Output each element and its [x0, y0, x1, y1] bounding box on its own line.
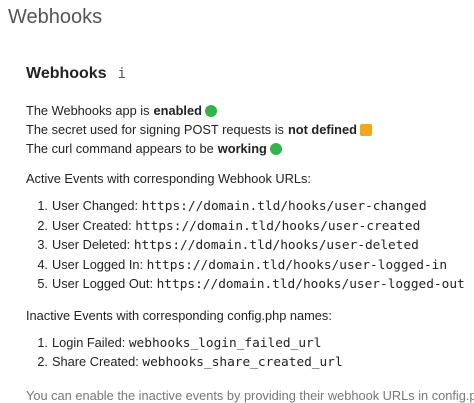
inactive-events-heading: Inactive Events with corresponding confi… [26, 307, 332, 323]
page-title: Webhooks [8, 6, 103, 28]
event-label: User Created: [52, 217, 132, 233]
event-url: https://domain.tld/hooks/user-logged-out [156, 277, 465, 292]
warning-status-icon [359, 123, 372, 136]
green-status-icon [269, 142, 282, 155]
inactive-event-item: 2. Share Created: webhooks_share_created_… [26, 352, 466, 372]
event-label: User Logged In: [52, 256, 144, 272]
status-text: The Webhooks app is [26, 103, 150, 118]
event-label: Share Created: [52, 354, 139, 369]
item-number: 4. [37, 256, 48, 272]
section-header: Webhooks i [26, 62, 466, 86]
event-label: User Logged Out: [52, 276, 154, 291]
status-text: The secret used for signing POST request… [26, 122, 284, 137]
event-url: https://domain.tld/hooks/user-changed [141, 199, 427, 214]
status-text: The curl command appears to be [26, 141, 214, 156]
inactive-events-list: 1. Login Failed: webhooks_login_failed_ur… [26, 333, 466, 372]
active-events-list: 1. User Changed: https://domain.tld/hooks… [26, 196, 466, 294]
status-value: enabled [153, 103, 202, 118]
item-number: 2. [37, 217, 48, 233]
item-number: 2. [37, 354, 48, 369]
status-value: working [217, 141, 267, 156]
event-label: Login Failed: [52, 334, 126, 350]
event-label: User Deleted: [52, 237, 131, 252]
event-url: https://domain.tld/hooks/user-created [135, 218, 421, 234]
status-app-enabled: The Webhooks app is enabled [26, 101, 466, 120]
config-name: webhooks_login_failed_url [128, 335, 322, 351]
event-url: https://domain.tld/hooks/user-deleted [133, 238, 419, 253]
active-event-item: 2. User Created: https://domain.tld/hooks… [26, 216, 466, 236]
event-url: https://domain.tld/hooks/user-logged-in [146, 257, 448, 273]
event-label: User Changed: [52, 198, 139, 213]
status-value: not defined [287, 122, 357, 137]
inactive-event-item: 1. Login Failed: webhooks_login_failed_ur… [26, 333, 466, 353]
active-event-item: 4. User Logged In: https://domain.tld/hoo… [26, 255, 466, 275]
item-number: 3. [37, 237, 48, 252]
info-icon[interactable]: i [118, 66, 126, 82]
green-status-icon [204, 104, 217, 117]
item-number: 5. [37, 276, 48, 291]
section-title: Webhooks [26, 65, 107, 82]
config-name: webhooks_share_created_url [142, 355, 343, 370]
status-curl: The curl command appears to be working [26, 139, 466, 158]
item-number: 1. [37, 198, 48, 213]
status-secret: The secret used for signing POST request… [26, 120, 466, 139]
active-event-item: 3. User Deleted: https://domain.tld/hooks… [26, 235, 466, 255]
webhooks-section: Webhooks i The Webhooks app is enabled T… [26, 62, 474, 403]
active-events-heading: Active Events with corresponding Webhook… [26, 171, 311, 186]
active-event-item: 5. User Logged Out: https://domain.tld/ho… [26, 274, 466, 294]
item-number: 1. [37, 334, 48, 350]
active-event-item: 1. User Changed: https://domain.tld/hooks… [26, 196, 466, 216]
footer-note: You can enable the inactive events by pr… [26, 387, 474, 403]
